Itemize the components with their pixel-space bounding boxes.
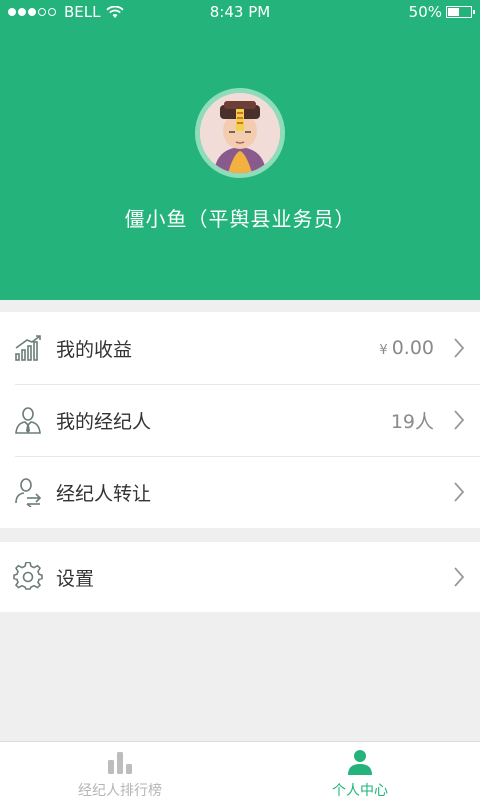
status-right: 50% <box>408 3 475 21</box>
avatar[interactable] <box>195 88 285 178</box>
person-tie-icon <box>15 407 41 434</box>
tab-bar: 经纪人排行榜 个人中心 <box>0 741 480 800</box>
tab-personal-label: 个人中心 <box>332 783 388 799</box>
menu-group-main: 我的收益 ¥0.00 我的经纪人 19人 经纪人转让 <box>0 312 480 528</box>
chevron-right-icon <box>454 482 465 502</box>
username: 僵小鱼（平舆县业务员） <box>124 207 356 231</box>
chart-bars-icon <box>15 335 41 361</box>
battery-level <box>448 8 459 16</box>
brokers-count: 19人 <box>390 410 434 433</box>
battery-icon <box>446 6 475 18</box>
avatar-image <box>200 93 280 173</box>
status-bar: BELL 8:43 PM 50% <box>0 0 480 24</box>
menu-group-settings: 设置 <box>0 542 480 612</box>
transfer-label: 经纪人转让 <box>56 482 152 505</box>
menu-item-settings[interactable]: 设置 <box>0 542 480 612</box>
earnings-label: 我的收益 <box>56 338 133 361</box>
tab-ranking[interactable]: 经纪人排行榜 <box>0 742 240 800</box>
chevron-right-icon <box>454 567 465 587</box>
tab-personal[interactable]: 个人中心 <box>240 742 480 800</box>
battery-percent: 50% <box>408 3 442 21</box>
menu-item-earnings[interactable]: 我的收益 ¥0.00 <box>0 312 480 384</box>
menu-item-brokers[interactable]: 我的经纪人 19人 <box>0 384 480 456</box>
person-transfer-icon <box>15 478 42 507</box>
currency-symbol: ¥ <box>379 343 388 358</box>
chevron-right-icon <box>454 338 465 358</box>
brokers-label: 我的经纪人 <box>56 410 152 433</box>
earnings-amount: 0.00 <box>391 337 434 359</box>
chevron-right-icon <box>454 410 465 430</box>
gear-icon <box>13 562 43 590</box>
tab-ranking-label: 经纪人排行榜 <box>78 783 162 799</box>
profile-header: BELL 8:43 PM 50% 僵小鱼（平舆县业务员） <box>0 0 480 300</box>
menu-item-transfer[interactable]: 经纪人转让 <box>0 456 480 528</box>
earnings-value: ¥0.00 <box>379 337 434 359</box>
bar-chart-icon <box>108 752 132 774</box>
person-icon <box>348 750 372 775</box>
settings-label: 设置 <box>56 567 95 590</box>
